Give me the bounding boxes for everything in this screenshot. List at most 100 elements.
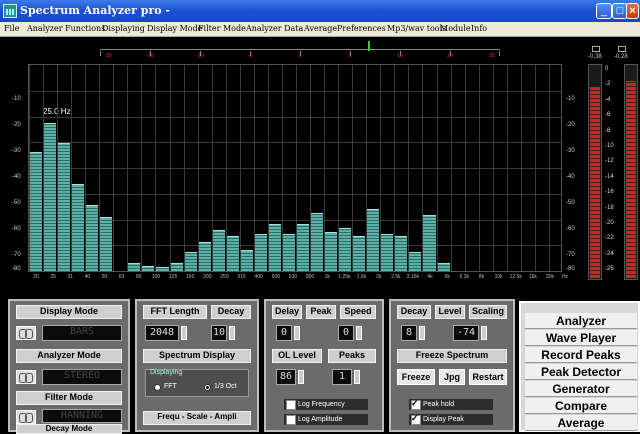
menu-analyzer-data[interactable]: Analyzer Data [246,24,303,33]
x-tick: 8k [478,274,485,280]
scale-label: 5 [348,53,352,59]
menu-preferences[interactable]: Preferences [337,24,386,33]
fft-length-lcd: 2048 [145,325,179,341]
decay-spinner[interactable] [419,326,425,340]
right-meter-indicator [618,46,626,52]
log-frequency-checkbox[interactable]: Log Frequency [284,399,368,410]
wave-player-button[interactable]: Wave Player [525,330,637,346]
spectrum-bar [437,262,450,271]
menu-info[interactable]: Info [471,24,487,33]
decay-lcd: 10 [211,325,227,341]
freeze-panel: Decay Level Scaling 8 -74 Freeze Spectru… [389,299,515,432]
radio-fft[interactable] [154,384,161,391]
scale-tick [100,51,101,56]
level-spinner[interactable] [481,326,487,340]
x-tick: 80 [136,274,142,280]
peaks-spinner[interactable] [354,370,360,384]
spectrum-bar [367,209,380,271]
meter-scale-label: -18 [605,204,614,211]
compare-button[interactable]: Compare [525,398,637,414]
delay-spinner[interactable] [294,326,300,340]
grid-line [29,116,561,118]
module-menu-panel: Analyzer Wave Player Record Peaks Peak D… [519,301,640,432]
peak-panel: Delay Peak Speed 0 0 OL Level Peaks 86 1… [264,299,384,432]
spectrum-bar [395,235,408,271]
balance-scale[interactable]: -30 -20 -10 -5 0 5 10 20 30 [100,37,500,61]
average-button[interactable]: Average [525,415,637,431]
fft-length-heading: FFT Length [143,305,207,319]
x-tick: 31 [67,274,74,280]
meter-scale-label: -4 [605,96,611,103]
freeze-spectrum-heading: Freeze Spectrum [397,349,507,363]
scale-label: -30 [104,53,112,59]
radio-third-octave[interactable] [204,384,211,391]
display-peak-checkbox[interactable]: Display Peak [409,413,493,425]
decay-heading: Decay [397,305,431,319]
app-icon [3,4,17,18]
spectrum-bar [100,217,113,271]
analyzer-mode-switch[interactable] [16,370,36,384]
menu-filter-mode[interactable]: Filter Mode [198,24,246,33]
filter-mode-switch[interactable] [16,410,36,424]
scale-label: 20 [447,53,453,59]
radio-third-octave-label: 1/3 Oct [214,383,237,390]
peak-detector-button[interactable]: Peak Detector [525,364,637,380]
menu-mp3-wav-tools[interactable]: Mp3/wav tools [387,24,446,33]
minimize-button[interactable]: _ [596,3,612,19]
balance-marker[interactable] [368,41,370,51]
spectrum-bar [297,223,310,271]
meter-scale-label: -24 [605,250,614,257]
x-tick: 200 [203,274,212,280]
record-peaks-button[interactable]: Record Peaks [525,347,637,363]
displaying-label: Displaying [150,369,183,376]
jpg-button[interactable]: Jpg [439,369,465,385]
meter-scale-label: -8 [605,127,611,134]
ol-level-spinner[interactable] [298,370,304,384]
x-tick: 5k [444,274,450,280]
peak-hold-checkbox[interactable]: Peak hold [409,398,493,410]
log-amplitude-checkbox[interactable]: Log Amplitude [284,414,368,425]
menu-module[interactable]: Module [440,24,471,33]
display-mode-heading: Display Mode [16,305,122,319]
y-tick: -80 [12,266,21,272]
restart-button[interactable]: Restart [469,369,507,385]
scale-label: -20 [146,53,154,59]
fft-length-spinner[interactable] [181,326,187,340]
x-tick: 16k [528,274,537,280]
speed-spinner[interactable] [356,326,362,340]
peak-heading: Peak [306,305,336,319]
menu-analyzer-functions[interactable]: Analyzer Functions [27,24,105,33]
y-tick: -50 [12,200,21,206]
spectrum-display[interactable]: 25.0 Hz [28,64,562,272]
decay-spinner[interactable] [229,326,235,340]
display-mode-switch[interactable] [16,326,36,340]
meter-scale-label: -6 [605,112,611,119]
speed-lcd: 0 [338,325,354,341]
close-button[interactable]: × [626,3,639,19]
left-level-fill [590,87,600,278]
y-tick-right: -50 [566,200,575,206]
menu-file[interactable]: File [4,24,19,33]
delay-lcd: 0 [276,325,292,341]
y-tick: -60 [12,226,21,232]
scale-label: -5 [247,53,253,59]
menu-displaying[interactable]: Displaying [102,24,145,33]
analyzer-button[interactable]: Analyzer [525,313,637,329]
menu-average[interactable]: Average [304,24,337,33]
left-meter-value: -0.38 [588,54,602,60]
x-tick: 50 [101,274,108,280]
x-tick: 2k [376,274,382,280]
generator-button[interactable]: Generator [525,381,637,397]
freeze-button[interactable]: Freeze [397,369,435,385]
y-tick-right: -70 [566,252,575,258]
right-level-fill [626,80,636,278]
spectrum-bar [268,223,281,271]
x-tick: 12.5k [509,274,522,280]
x-tick: 4k [427,274,433,280]
spectrum-bar [282,233,295,271]
spectrum-bar [353,235,366,271]
left-meter-indicator [592,46,600,52]
analyzer-mode-heading: Analyzer Mode [16,349,122,363]
menu-display-mode[interactable]: Display Mode [147,24,202,33]
x-tick: 1.6k [356,274,367,280]
